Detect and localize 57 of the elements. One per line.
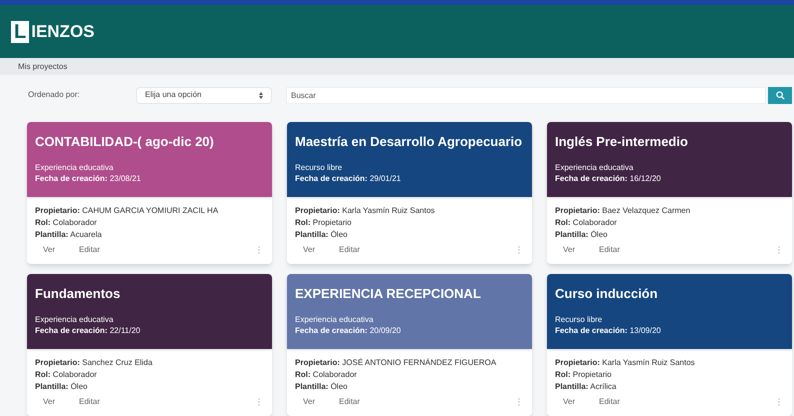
- card-title: Curso inducción: [555, 286, 659, 302]
- card-action-button[interactable]: Editar: [595, 244, 624, 256]
- card-action-button[interactable]: Editar: [595, 396, 624, 408]
- owner-text: Propietario: Baez Velazquez Carmen: [555, 205, 692, 217]
- card-action-button[interactable]: Editar: [335, 396, 364, 408]
- card-title: CONTABILIDAD-( ago-dic 20): [35, 134, 215, 150]
- template-text: Plantilla: Acuarela: [35, 229, 103, 241]
- creation-date: Fecha de creación: 23/08/21: [35, 173, 142, 184]
- logo-text: IENZOS: [31, 20, 95, 43]
- search-button[interactable]: [768, 86, 792, 104]
- search-icon: [776, 90, 784, 100]
- template-text: Plantilla: Óleo: [35, 381, 88, 393]
- role-text: Rol: Propietario: [555, 369, 612, 381]
- card-action-button[interactable]: Ver: [299, 244, 320, 256]
- creation-date: Fecha de creación: 20/09/20: [295, 325, 402, 336]
- role-text: Rol: Colaborador: [35, 369, 98, 381]
- role-text: Rol: Colaborador: [555, 217, 618, 229]
- card-action-button[interactable]: Editar: [75, 396, 104, 408]
- template-text: Plantilla: Óleo: [295, 381, 348, 393]
- card-action-button[interactable]: Ver: [299, 396, 320, 408]
- owner-text: Propietario: JOSÉ ANTONIO FERNÁNDEZ FIGUEROA: [295, 357, 498, 369]
- owner-text: Propietario: Karla Yasmín Ruiz Santos: [555, 357, 696, 369]
- card-action-button[interactable]: Ver: [559, 244, 580, 256]
- role-text: Rol: Colaborador: [35, 217, 98, 229]
- owner-text: Propietario: Sanchez Cruz Elida: [35, 357, 154, 369]
- card-type: Recurso libre: [555, 314, 604, 325]
- card-type: Experiencia educativa: [35, 162, 114, 173]
- creation-date: Fecha de creación: 16/12/20: [555, 173, 662, 184]
- template-text: Plantilla: Óleo: [295, 229, 348, 241]
- card-action-button[interactable]: Editar: [75, 244, 104, 256]
- sort-arrows-icon: [259, 92, 263, 98]
- sort-select[interactable]: Elija una opción: [136, 86, 272, 104]
- creation-date: Fecha de creación: 29/01/21: [295, 173, 402, 184]
- role-text: Rol: Propietario: [295, 217, 352, 229]
- card-action-button[interactable]: Ver: [39, 396, 60, 408]
- template-text: Plantilla: Óleo: [555, 229, 608, 241]
- card-type: Experiencia educativa: [555, 162, 634, 173]
- card-title: Inglés Pre-intermedio: [555, 134, 689, 150]
- card-action-button[interactable]: Editar: [335, 244, 364, 256]
- creation-date: Fecha de creación: 22/11/20: [35, 325, 142, 336]
- card-type: Recurso libre: [295, 162, 344, 173]
- owner-text: Propietario: Karla Yasmín Ruiz Santos: [295, 205, 436, 217]
- search-field[interactable]: Buscar: [286, 86, 766, 104]
- logo-letter: L: [11, 20, 30, 42]
- card-title: Maestría en Desarrollo Agropecuario: [295, 134, 524, 150]
- breadcrumb-text: Mis proyectos: [18, 60, 68, 72]
- card-action-button[interactable]: Ver: [39, 244, 60, 256]
- creation-date: Fecha de creación: 13/09/20: [555, 325, 662, 336]
- card-action-button[interactable]: Ver: [559, 396, 580, 408]
- card-type: Experiencia educativa: [35, 314, 114, 325]
- card-type: Experiencia educativa: [295, 314, 374, 325]
- template-text: Plantilla: Acrílica: [555, 381, 618, 393]
- card-title: EXPERIENCIA RECEPCIONAL: [295, 286, 482, 302]
- sort-label: Ordenado por:: [28, 89, 81, 101]
- role-text: Rol: Colaborador: [295, 369, 358, 381]
- card-title: Fundamentos: [35, 286, 122, 302]
- owner-text: Propietario: CAHUM GARCIA YOMIURI ZACIL HA: [35, 205, 220, 217]
